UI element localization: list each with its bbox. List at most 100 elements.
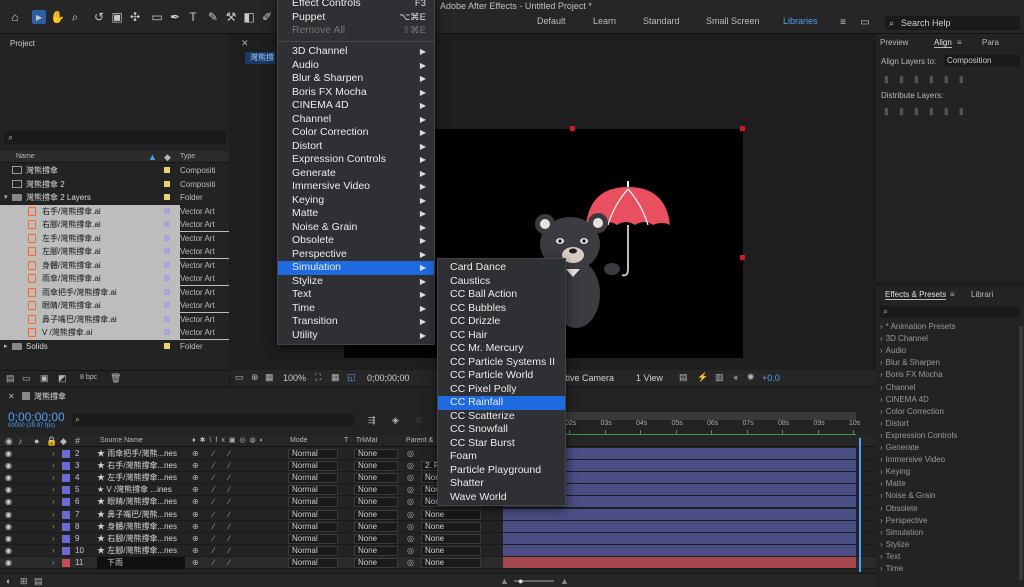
menu-item-wave-world[interactable]: Wave World	[438, 491, 565, 505]
layer-duration-bar[interactable]	[503, 508, 856, 520]
effects-category[interactable]: › Time	[880, 564, 903, 573]
label-column-icon[interactable]: ◆	[164, 152, 171, 163]
project-item[interactable]: 右手/灣熊撐傘.ai Vector Art	[0, 204, 229, 218]
pickwhip-icon[interactable]: ◎	[407, 533, 414, 545]
expand-icon[interactable]: ⊞	[20, 576, 28, 587]
layer-source-name[interactable]: 下雨	[97, 556, 185, 569]
label-swatch[interactable]	[164, 207, 170, 214]
pickwhip-icon[interactable]: ◎	[407, 496, 414, 508]
timeline-comp-tab[interactable]: 灣熊撐傘	[34, 391, 66, 402]
effects-category[interactable]: › Channel	[880, 383, 915, 392]
camera-tool-icon[interactable]: ▣	[110, 10, 124, 24]
layer-source-name[interactable]: ★ 鼻子嘴巴/灣熊...nes	[97, 509, 177, 521]
track-matte-select[interactable]: None	[354, 557, 398, 568]
layer-label-swatch[interactable]	[62, 462, 70, 471]
menu-item-stylize[interactable]: Stylize ▶	[278, 275, 434, 289]
effects-category[interactable]: › Audio	[880, 346, 906, 355]
bpc-label[interactable]: 8 bpc	[80, 374, 97, 381]
workspace-small-screen[interactable]: Small Screen	[706, 16, 760, 26]
effects-category[interactable]: › Perspective	[880, 516, 927, 525]
menu-item-foam[interactable]: Foam	[438, 450, 565, 464]
chevron-right-icon[interactable]: ›	[52, 521, 55, 533]
layer-label-swatch[interactable]	[62, 522, 70, 531]
chevron-right-icon[interactable]: ›	[52, 448, 55, 460]
label-swatch[interactable]	[164, 329, 170, 335]
menu-item-audio[interactable]: Audio ▶	[278, 59, 434, 73]
align-buttons[interactable]: ▮▮▮▮▮▮	[884, 74, 1020, 86]
project-item[interactable]: 眼睛/灣熊撐傘.ai Vector Art	[0, 299, 229, 313]
layer-switches[interactable]: ⊕ ∕ ∕	[192, 557, 236, 569]
comp-flowchart-icon[interactable]: ⇶	[368, 415, 376, 426]
blend-mode-select[interactable]: Normal	[288, 533, 338, 544]
layer-row[interactable]: ◉ › 11 下雨 ⊕ ∕ ∕ Normal None ◎ None	[0, 556, 876, 569]
project-item[interactable]: 雨傘把手/灣熊撐傘.ai Vector Art	[0, 285, 229, 299]
column-name[interactable]: Name	[16, 153, 35, 160]
eye-icon[interactable]: ◉	[5, 448, 12, 460]
menu-item-cc-rainfall[interactable]: CC Rainfall	[438, 396, 565, 410]
chevron-down-icon[interactable]: ▾	[4, 191, 8, 204]
chevron-down-icon[interactable]: ▸	[4, 340, 8, 353]
project-panel-title[interactable]: Project	[10, 39, 35, 48]
chevron-right-icon[interactable]: ›	[52, 496, 55, 508]
menu-item-blur-sharpen[interactable]: Blur & Sharpen ▶	[278, 72, 434, 86]
layer-switches[interactable]: ⊕ ∕ ∕	[192, 545, 236, 557]
pickwhip-icon[interactable]: ◎	[407, 521, 414, 533]
new-comp-icon[interactable]: ▣	[40, 373, 49, 384]
draft-3d-icon[interactable]: ◈	[392, 415, 399, 426]
layer-source-name[interactable]: ★ 右腳/灣熊撐傘...nes	[97, 533, 177, 545]
menu-item-generate[interactable]: Generate ▶	[278, 167, 434, 181]
parent-select[interactable]: None	[421, 509, 481, 520]
effects-category[interactable]: › Color Correction	[880, 407, 944, 416]
transform-handle[interactable]	[570, 126, 575, 131]
clone-stamp-tool-icon[interactable]: ⚒	[224, 10, 238, 24]
exposure-icon[interactable]: ✺	[747, 372, 755, 383]
parent-select[interactable]: None	[421, 557, 481, 568]
track-matte-select[interactable]: None	[354, 485, 398, 496]
layer-switches[interactable]: ⊕ ∕ ∕	[192, 521, 236, 533]
playhead-end-marker[interactable]	[859, 438, 861, 572]
menu-item[interactable]: Effect Controls F3	[278, 0, 434, 11]
label-swatch[interactable]	[164, 234, 170, 241]
menu-item-caustics[interactable]: Caustics	[438, 275, 565, 289]
workspace-libraries[interactable]: Libraries	[783, 16, 818, 26]
menu-item-cc-particle-systems-ii[interactable]: CC Particle Systems II	[438, 356, 565, 370]
layer-row[interactable]: ◉ › 8 ★ 身體/灣熊撐傘...nes ⊕ ∕ ∕ Normal None ◎ None	[0, 520, 876, 533]
label-swatch[interactable]	[164, 221, 170, 227]
effects-scrollbar[interactable]	[1019, 326, 1023, 580]
project-item[interactable]: 鼻子嘴巴/灣熊撐傘.ai Vector Art	[0, 312, 229, 326]
effects-menu-icon[interactable]: ≡	[950, 290, 955, 299]
switches-header[interactable]: ♦✱\fx▣◎◍◐	[192, 436, 268, 444]
effects-category[interactable]: › 3D Channel	[880, 334, 928, 343]
pickwhip-icon[interactable]: ◎	[407, 472, 414, 484]
pickwhip-icon[interactable]: ◎	[407, 448, 414, 460]
lock-icon[interactable]: ✕	[241, 38, 251, 48]
chevron-right-icon[interactable]: ›	[52, 509, 55, 521]
chevron-right-icon[interactable]: ›	[52, 472, 55, 484]
layer-duration-bar[interactable]	[503, 556, 856, 568]
blend-mode-select[interactable]: Normal	[288, 545, 338, 556]
menu-item-text[interactable]: Text ▶	[278, 288, 434, 302]
chevron-right-icon[interactable]: ›	[52, 533, 55, 545]
label-swatch[interactable]	[164, 315, 170, 322]
tab-align[interactable]: Align	[934, 38, 952, 48]
layer-label-swatch[interactable]	[62, 546, 70, 555]
hand-tool-icon[interactable]: ✋	[50, 10, 65, 24]
eye-icon[interactable]: ◉	[5, 533, 12, 545]
menu-item-cc-particle-world[interactable]: CC Particle World	[438, 369, 565, 383]
menu-item-expression-controls[interactable]: Expression Controls ▶	[278, 153, 434, 167]
menu-item-utility[interactable]: Utility ▶	[278, 329, 434, 343]
align-layers-to-select[interactable]: Composition	[944, 55, 1020, 67]
column-type[interactable]: Type	[180, 153, 195, 160]
layer-row[interactable]: ◉ › 9 ★ 右腳/灣熊撐傘...nes ⊕ ∕ ∕ Normal None ◎ None	[0, 532, 876, 545]
menu-item-immersive-video[interactable]: Immersive Video ▶	[278, 180, 434, 194]
menu-item-perspective[interactable]: Perspective ▶	[278, 248, 434, 262]
blend-mode-select[interactable]: Normal	[288, 521, 338, 532]
toggle-pixel-icon[interactable]: ▤	[679, 372, 688, 383]
rectangle-tool-icon[interactable]: ▭	[150, 10, 164, 24]
menu-item-cc-hair[interactable]: CC Hair	[438, 329, 565, 343]
zoom-dropdown[interactable]: 100%	[283, 373, 306, 383]
track-matte-select[interactable]: None	[354, 461, 398, 472]
grid-icon[interactable]: ▦	[265, 372, 274, 383]
parent-select[interactable]: None	[421, 545, 481, 556]
menu-item-shatter[interactable]: Shatter	[438, 477, 565, 491]
